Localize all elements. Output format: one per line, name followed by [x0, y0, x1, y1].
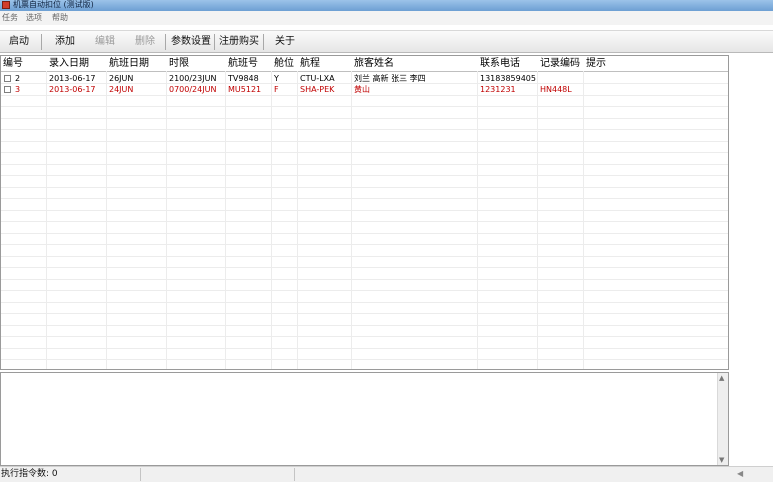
log-output[interactable]: ▲ ▼	[0, 372, 729, 466]
table-cell: CTU-LXA	[300, 74, 335, 83]
grid-row-line	[1, 279, 728, 280]
about-button[interactable]: 关于	[275, 36, 295, 48]
header-divider	[1, 71, 728, 72]
menu-task[interactable]: 任务	[2, 13, 18, 23]
settings-button[interactable]: 参数设置	[171, 36, 211, 48]
table-cell: TV9848	[228, 74, 259, 83]
task-grid[interactable]: 编号 录入日期 航班日期 时限 航班号 舱位 航程 旅客姓名 联系电话 记录编码…	[0, 55, 729, 370]
toolbar-separator	[165, 34, 166, 50]
status-divider	[294, 468, 295, 481]
table-cell: 0700/24JUN	[169, 85, 217, 94]
grid-row-line	[1, 95, 728, 96]
grid-row-line	[1, 313, 728, 314]
app-icon	[2, 1, 10, 9]
start-button[interactable]: 启动	[9, 36, 29, 48]
table-cell: 1231231	[480, 85, 516, 94]
table-cell: F	[274, 85, 279, 94]
col-header-id[interactable]: 编号	[3, 56, 23, 71]
grid-row-line	[1, 290, 728, 291]
col-header-route[interactable]: 航程	[300, 56, 320, 71]
status-bar: 执行指令数: 0 ◀	[0, 466, 773, 482]
table-cell: 13183859405	[480, 74, 536, 83]
grid-row-line	[1, 221, 728, 222]
grid-row-line	[1, 152, 728, 153]
grid-row-line	[1, 267, 728, 268]
table-cell: 刘兰 高新 张三 李四	[354, 74, 426, 83]
log-scrollbar[interactable]: ▲ ▼	[717, 373, 728, 465]
col-header-flight-no[interactable]: 航班号	[228, 56, 258, 71]
grid-row-line	[1, 325, 728, 326]
toolbar-separator	[214, 34, 215, 50]
row-checkbox[interactable]	[4, 86, 11, 93]
col-header-phone[interactable]: 联系电话	[480, 56, 520, 71]
grid-row-line	[1, 129, 728, 130]
table-cell: 3	[15, 85, 21, 94]
table-cell: HN448L	[540, 85, 572, 94]
grid-row-line	[1, 359, 728, 360]
scroll-down-icon[interactable]: ▼	[719, 456, 724, 464]
col-header-entry-date[interactable]: 录入日期	[49, 56, 89, 71]
menu-options[interactable]: 选项	[26, 13, 42, 23]
toolbar-separator	[41, 34, 42, 50]
grid-row-line	[1, 187, 728, 188]
col-header-hint[interactable]: 提示	[586, 56, 606, 71]
left-arrow-icon[interactable]: ◀	[737, 468, 743, 480]
menu-help[interactable]: 帮助	[52, 13, 68, 23]
toolbar-separator	[263, 34, 264, 50]
grid-row-line	[1, 164, 728, 165]
window-title: 机票自动扣位 (测试版)	[13, 0, 94, 9]
col-header-record-code[interactable]: 记录编码	[540, 56, 580, 71]
table-cell: SHA-PEK	[300, 85, 335, 94]
command-count: 执行指令数: 0	[1, 469, 58, 479]
toolbar: 启动 添加 编辑 删除 参数设置 注册购买 关于	[0, 30, 773, 53]
grid-row-line	[1, 118, 728, 119]
delete-button[interactable]: 删除	[135, 36, 155, 48]
row-checkbox[interactable]	[4, 75, 11, 82]
grid-row-line	[1, 336, 728, 337]
col-header-flight-date[interactable]: 航班日期	[109, 56, 149, 71]
grid-row-line	[1, 198, 728, 199]
status-divider	[140, 468, 141, 481]
scroll-up-icon[interactable]: ▲	[719, 374, 724, 382]
grid-row-line	[1, 233, 728, 234]
table-cell: 2013-06-17	[49, 85, 96, 94]
table-cell: Y	[274, 74, 279, 83]
grid-row-line	[1, 348, 728, 349]
table-cell: 2	[15, 74, 21, 83]
grid-row-line	[1, 256, 728, 257]
table-cell: MU5121	[228, 85, 262, 94]
col-header-passengers[interactable]: 旅客姓名	[354, 56, 394, 71]
table-cell: 26JUN	[109, 74, 134, 83]
table-cell: 2100/23JUN	[169, 74, 217, 83]
grid-row-line	[1, 302, 728, 303]
table-cell: 2013-06-17	[49, 74, 96, 83]
grid-row-line	[1, 244, 728, 245]
grid-row-line	[1, 141, 728, 142]
menu-bar: 任务 选项 帮助	[0, 11, 773, 25]
grid-row-line	[1, 106, 728, 107]
grid-row-line	[1, 175, 728, 176]
title-bar: 机票自动扣位 (测试版)	[0, 0, 773, 11]
table-cell: 24JUN	[109, 85, 134, 94]
col-header-time-limit[interactable]: 时限	[169, 56, 189, 71]
register-button[interactable]: 注册购买	[219, 36, 259, 48]
grid-row-line	[1, 210, 728, 211]
edit-button[interactable]: 编辑	[95, 36, 115, 48]
table-cell: 黄山	[354, 85, 370, 94]
add-button[interactable]: 添加	[55, 36, 75, 48]
col-header-cabin[interactable]: 舱位	[274, 56, 294, 71]
